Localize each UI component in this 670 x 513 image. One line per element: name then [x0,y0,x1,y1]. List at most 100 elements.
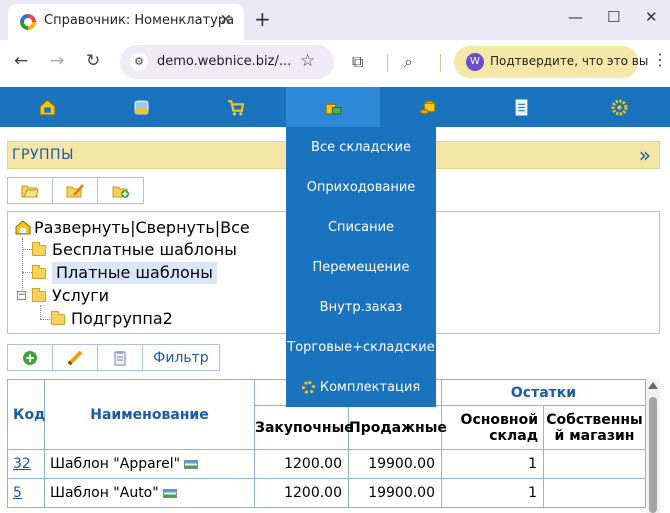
table-row[interactable]: 32 Шаблон "Apparel" 1200.00 19900.00 1 [7,449,646,479]
item-name: Шаблон "Apparel" [50,456,181,472]
purchase-price-cell: 1200.00 [254,449,349,479]
back-icon[interactable]: ← [14,51,28,71]
tree-node[interactable]: Подгруппа2 [51,309,173,328]
browser-toolbar: ← → ↻ ⚙ demo.webnice.biz/... ☆ ⧉ ⌕ W Под… [0,40,670,86]
tree-connector [22,238,23,296]
nav-warehouse[interactable] [286,87,380,127]
tree-connector [40,305,41,319]
image-thumbnail-icon[interactable] [184,459,199,469]
bookmark-star-icon[interactable]: ☆ [300,51,315,71]
site-info-icon[interactable]: ⚙ [130,53,148,71]
new-tab-icon[interactable]: + [254,7,271,31]
add-item-button[interactable] [8,345,53,370]
menu-item-internal-order[interactable]: Внутр.заказ [286,287,436,327]
sale-price-cell: 19900.00 [348,478,442,508]
edit-folder-button[interactable] [53,178,98,203]
nav-settings[interactable] [572,87,666,127]
warehouse-dropdown-menu: Все складские Оприходование Списание Пер… [286,127,436,407]
profile-verify-button[interactable]: W Подтвердите, что это вы [454,46,648,78]
settings-icon [611,99,627,115]
add-folder-icon [112,186,129,198]
tree-node-label[interactable]: Бесплатные шаблоны [52,240,237,259]
folder-icon [32,288,46,302]
col-own-shop[interactable]: Собственный магазин [543,405,646,450]
main-stock-cell: 1 [441,449,544,479]
browser-menu-icon[interactable]: ⋮ [652,50,668,69]
open-folder-button[interactable] [8,178,53,203]
copy-item-button[interactable] [98,345,143,370]
media-search-icon[interactable]: ⌕ [404,52,413,72]
url-text[interactable]: demo.webnice.biz/... [157,54,291,69]
gear-icon [301,380,315,394]
nav-home[interactable] [0,87,94,127]
filter-button[interactable]: Фильтр [143,345,219,370]
item-code-link[interactable]: 5 [7,478,45,508]
col-stock-group[interactable]: Остатки [441,379,646,406]
folder-icon [32,242,46,256]
tree-node-label[interactable]: Услуги [52,286,109,305]
table-row[interactable]: 5 Шаблон "Auto" 1200.00 19900.00 1 [7,478,646,508]
col-sale[interactable]: Продажные [348,405,447,450]
minimize-icon[interactable]: — [568,8,583,26]
add-folder-button[interactable] [98,178,143,203]
browser-tabstrip: Справочник: Номенклатура ✕ + — ☐ ✕ [0,0,670,40]
collapse-node-icon[interactable]: − [17,291,26,300]
toolbar-separator [440,54,441,72]
edit-icon [67,350,83,365]
reload-icon[interactable]: ↻ [86,51,100,71]
close-window-icon[interactable]: ✕ [645,8,658,26]
coins-icon [419,100,435,114]
menu-item-transfer[interactable]: Перемещение [286,247,436,287]
site-favicon-icon [20,14,36,30]
own-shop-stock-cell [543,449,646,479]
purchase-price-cell: 1200.00 [254,478,349,508]
profile-avatar: W [466,53,484,71]
tree-node[interactable]: Услуги [32,286,109,305]
item-name-cell: Шаблон "Apparel" [44,449,255,479]
forward-icon[interactable]: → [50,51,64,71]
col-purchase[interactable]: Закупочные [254,405,354,450]
copy-icon [114,350,126,365]
col-main-warehouse[interactable]: Основной склад [441,405,544,450]
tree-connector [22,249,32,250]
groups-toolbar [7,177,144,204]
browser-tab[interactable]: Справочник: Номенклатура ✕ [8,4,244,40]
add-icon [23,350,37,365]
menu-item-write-off[interactable]: Списание [286,207,436,247]
image-thumbnail-icon[interactable] [162,488,177,498]
address-bar[interactable]: ⚙ demo.webnice.biz/... ☆ [120,45,334,79]
tree-node-label[interactable]: Платные шаблоны [52,262,217,284]
edit-item-button[interactable] [53,345,98,370]
expand-panel-icon[interactable]: » [639,143,651,167]
tree-node-label[interactable]: Подгруппа2 [71,309,173,328]
tree-root-label[interactable]: Развернуть|Свернуть|Все [34,218,250,237]
close-tab-icon[interactable]: ✕ [220,12,232,28]
scroll-thumb[interactable] [649,397,657,513]
scroll-up-icon[interactable] [648,382,658,389]
main-stock-cell: 1 [441,478,544,508]
menu-item-assembly[interactable]: Комплектация [286,367,436,407]
folder-icon [32,265,46,279]
tree-root[interactable]: Развернуть|Свернуть|Все [15,218,250,237]
tree-node-selected[interactable]: Платные шаблоны [32,262,217,284]
item-name: Шаблон "Auto" [50,485,159,501]
nav-sales[interactable] [188,87,282,127]
item-code-link[interactable]: 32 [7,449,45,479]
menu-item-all-warehouse[interactable]: Все складские [286,127,436,167]
tree-connector [22,272,32,273]
toolbar-separator [387,54,388,72]
nav-directory[interactable] [94,87,188,127]
app-nav-bar [0,87,670,127]
col-name[interactable]: Наименование [44,379,255,450]
nav-finance[interactable] [380,87,474,127]
col-code[interactable]: Код [7,379,45,450]
menu-item-assembly-label[interactable]: Комплектация [320,380,420,395]
menu-item-trade-warehouse[interactable]: Торговые+складские [286,327,436,367]
tree-node[interactable]: Бесплатные шаблоны [32,240,237,259]
document-icon [515,99,527,115]
menu-item-receipt[interactable]: Оприходование [286,167,436,207]
extensions-icon[interactable]: ⧉ [352,52,363,72]
maximize-icon[interactable]: ☐ [607,8,620,26]
table-scrollbar[interactable] [646,379,660,513]
nav-documents[interactable] [474,87,568,127]
